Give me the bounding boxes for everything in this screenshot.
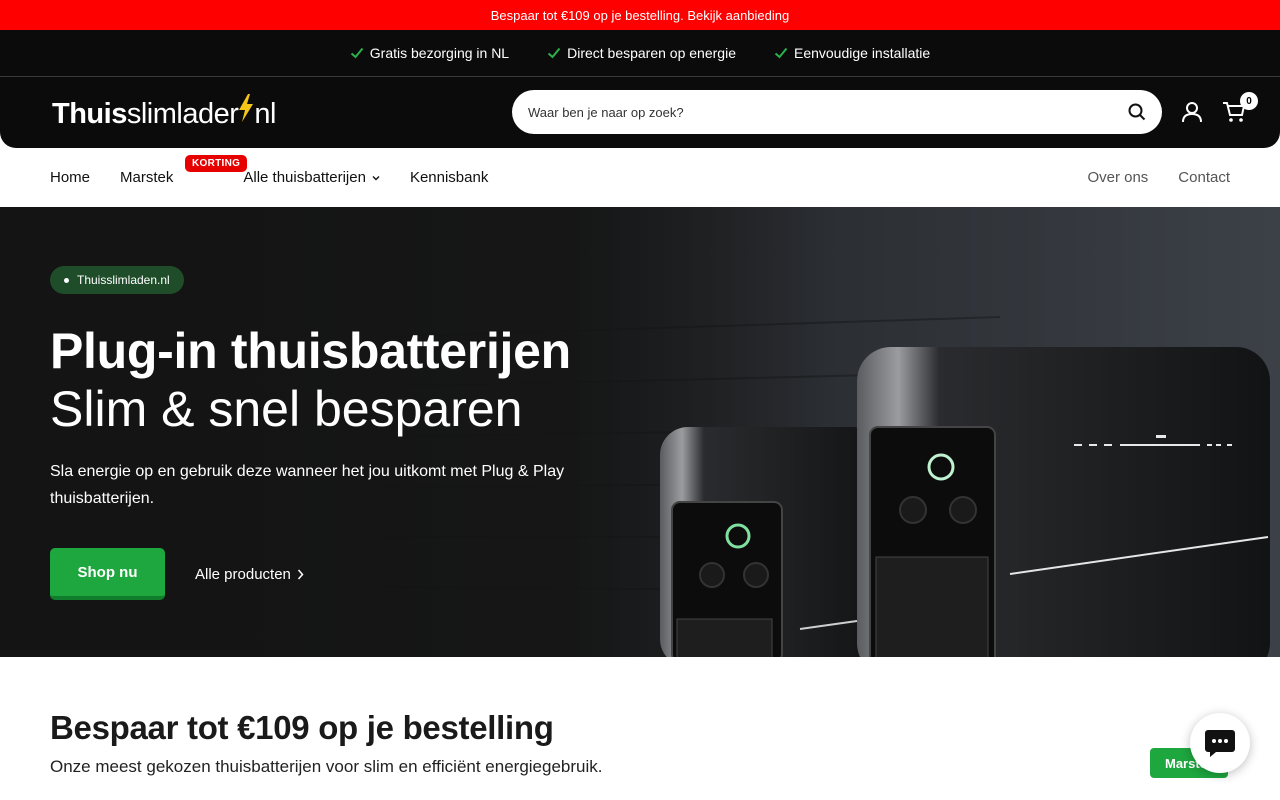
hero-ctas: Shop nu Alle producten	[50, 548, 610, 600]
check-icon	[774, 47, 788, 59]
search-input[interactable]	[528, 104, 1128, 120]
section-title: Bespaar tot €109 op je bestelling	[50, 709, 554, 746]
nav-marstek[interactable]: Marstek KORTING	[120, 155, 248, 186]
chevron-right-icon	[297, 569, 304, 579]
logo-suffix: nl	[254, 98, 276, 130]
nav-kennisbank[interactable]: Kennisbank	[410, 169, 488, 186]
nav-all-batteries[interactable]: Alle thuisbatterijen	[243, 169, 380, 186]
korting-badge: KORTING	[185, 155, 248, 172]
usp-label: Direct besparen op energie	[567, 45, 736, 61]
search-bar	[512, 90, 1162, 134]
nav-contact[interactable]: Contact	[1178, 169, 1230, 186]
main-header: Thuis slimlader nl Waar ben je naar op z…	[0, 77, 1280, 147]
usp-item: Eenvoudige installatie	[774, 45, 930, 61]
shop-now-button[interactable]: Shop nu	[50, 548, 165, 600]
user-icon	[1182, 102, 1202, 123]
site-header: Gratis bezorging in NL Direct besparen o…	[0, 30, 1280, 148]
check-icon	[350, 47, 364, 59]
search-icon[interactable]	[1128, 103, 1146, 121]
announcement-bar[interactable]: Bespaar tot €109 op je bestelling. Bekij…	[0, 0, 1280, 30]
hero-pill: Thuisslimladen.nl	[50, 266, 184, 294]
nav-marstek-label: Marstek	[120, 169, 174, 186]
usp-item: Direct besparen op energie	[547, 45, 736, 61]
site-logo[interactable]: Thuis slimlader nl	[52, 93, 276, 131]
announcement-text[interactable]: Bespaar tot €109 op je bestelling. Bekij…	[491, 8, 790, 23]
logo-regular: slimlader	[126, 98, 239, 130]
check-icon	[547, 47, 561, 59]
usp-label: Gratis bezorging in NL	[369, 45, 510, 61]
dot-icon	[64, 277, 69, 283]
main-nav: Home Marstek KORTING Alle thuisbatterije…	[0, 148, 1280, 207]
chevron-down-icon	[372, 175, 380, 180]
chat-icon	[1205, 730, 1235, 757]
section-subtitle: Onze meest gekozen thuisbatterijen voor …	[50, 757, 603, 776]
lightning-icon	[239, 94, 254, 122]
usp-label: Eenvoudige installatie	[793, 45, 931, 61]
hero-banner: Thuisslimladen.nl Plug-in thuisbatterije…	[0, 207, 1280, 657]
all-products-link[interactable]: Alle producten	[195, 566, 304, 583]
hero-text: Sla energie op en gebruik deze wanneer h…	[50, 463, 565, 507]
all-products-label: Alle producten	[195, 565, 291, 583]
nav-right: Over ons Contact	[1087, 169, 1230, 186]
logo-bold: Thuis	[52, 98, 127, 130]
cart-count-badge: 0	[1240, 92, 1258, 110]
nav-about[interactable]: Over ons	[1087, 169, 1148, 186]
hero-title: Plug-in thuisbatterijen	[50, 323, 571, 379]
account-button[interactable]	[1180, 100, 1204, 124]
cart-button[interactable]: 0	[1222, 92, 1258, 124]
hero-content: Thuisslimladen.nl Plug-in thuisbatterije…	[50, 266, 610, 600]
promo-section: Bespaar tot €109 op je bestelling Onze m…	[0, 657, 1280, 777]
hero-pill-label: Thuisslimladen.nl	[77, 273, 170, 287]
nav-home[interactable]: Home	[50, 169, 90, 186]
hero-subtitle: Slim & snel besparen	[50, 381, 523, 437]
usp-item: Gratis bezorging in NL	[350, 45, 509, 61]
chat-button[interactable]	[1190, 713, 1250, 773]
nav-all-batteries-label: Alle thuisbatterijen	[243, 169, 366, 186]
usp-bar: Gratis bezorging in NL Direct besparen o…	[0, 30, 1280, 77]
